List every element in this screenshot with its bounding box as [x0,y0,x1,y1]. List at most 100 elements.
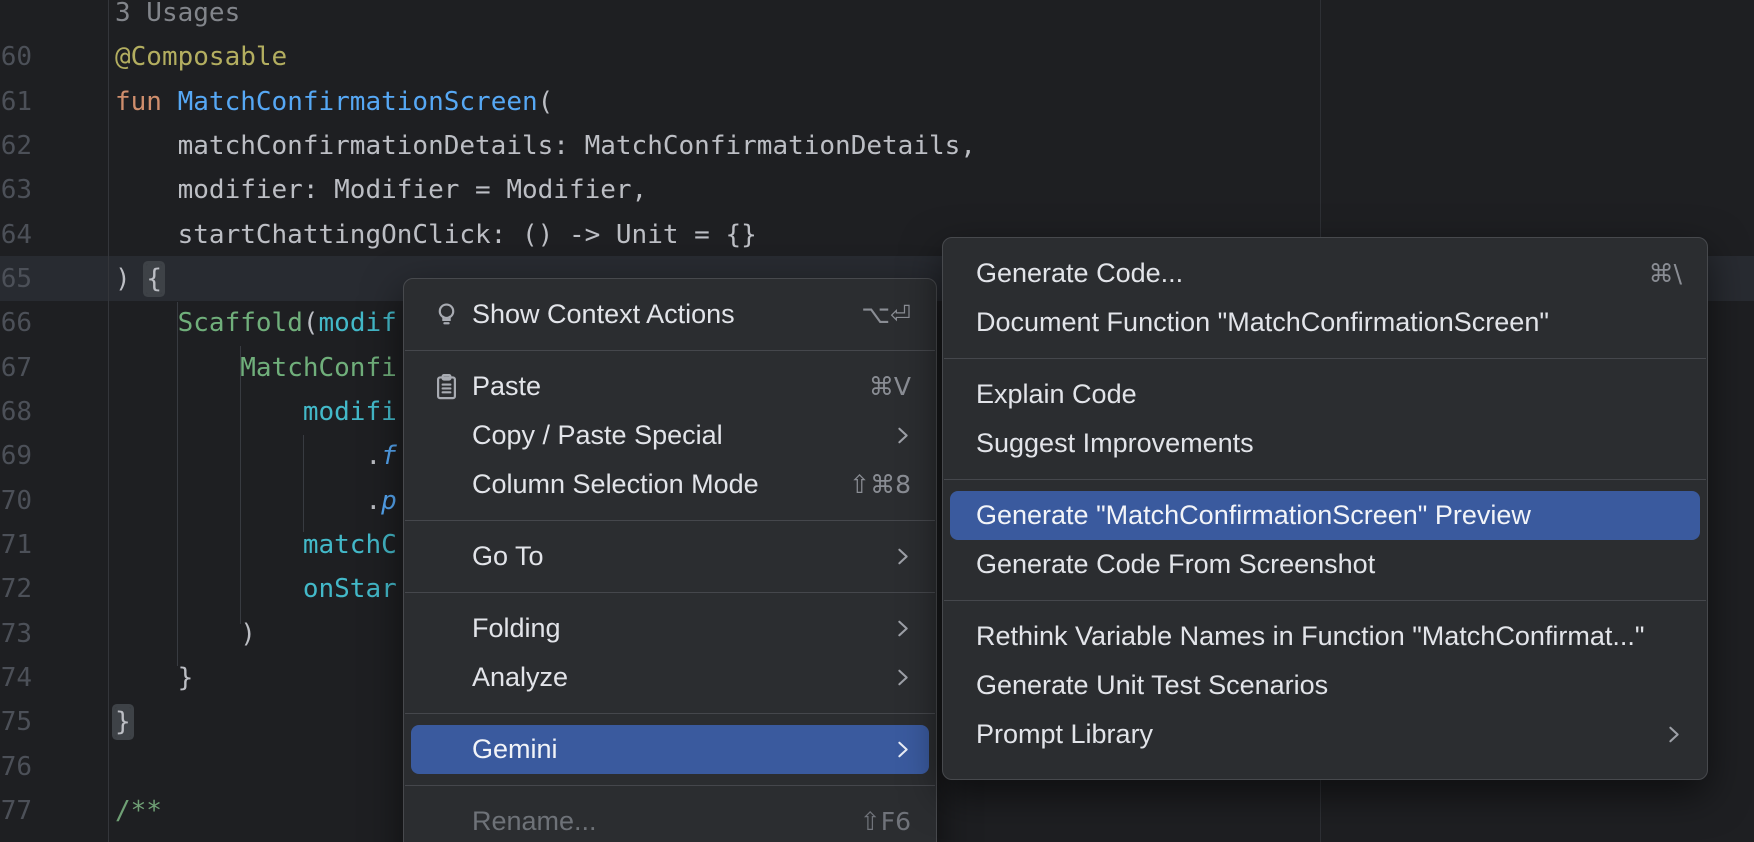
menu-item-label: Copy / Paste Special [472,420,723,450]
code-text[interactable]: ) [115,612,256,656]
usages-hint: 3 Usages [115,0,240,28]
submenu-arrow-icon [890,665,915,690]
menu-item-copy-paste-special[interactable]: Copy / Paste Special [411,411,929,460]
code-segment: @Composable [115,42,287,72]
code-text[interactable]: matchConfirmationDetails: MatchConfirmat… [115,124,976,168]
code-segment [115,397,303,427]
code-segment: ) [115,264,146,294]
menu-item-prompt-library[interactable]: Prompt Library [950,710,1700,759]
code-segment [115,574,303,604]
code-text[interactable]: onStar [115,567,397,611]
code-text[interactable]: .p [115,479,397,523]
line-number[interactable]: 71 [0,523,32,567]
line-number[interactable]: 65 [0,257,32,301]
menu-item-rename[interactable]: Rename... ⇧F6 [411,797,929,842]
menu-item-label: Paste [472,371,541,401]
line-number[interactable]: 62 [0,124,32,168]
menu-item-column-selection-mode[interactable]: Column Selection Mode⇧⌘8 [411,460,929,509]
code-segment: . [115,486,381,516]
line-number[interactable]: 69 [0,434,32,478]
code-line[interactable]: 60 @Composable [0,35,1754,80]
line-number[interactable]: 68 [0,390,32,434]
menu-item-paste[interactable]: Paste⌘V [411,362,929,411]
code-text[interactable]: matchC [115,523,397,567]
code-line[interactable]: 62 matchConfirmationDetails: MatchConfir… [0,124,1754,169]
code-segment: ( [538,87,554,117]
code-text[interactable]: modifi [115,390,397,434]
menu-item-label: Generate Code... [976,258,1183,288]
code-text[interactable]: startChattingOnClick: () -> Unit = {} [115,213,757,257]
menu-item-go-to[interactable]: Go To [411,532,929,581]
code-segment: { [146,264,162,294]
code-text[interactable]: } [115,656,193,700]
line-number[interactable]: 76 [0,745,32,789]
code-text[interactable]: @Composable [115,35,287,79]
menu-item-label: Explain Code [976,379,1137,409]
line-number[interactable]: 75 [0,700,32,744]
submenu-arrow-icon [1661,722,1686,747]
menu-item-label: Column Selection Mode [472,469,759,499]
line-number[interactable]: 60 [0,35,32,79]
menu-item-label: Analyze [472,662,568,692]
menu-item-generate-code-from-screenshot[interactable]: Generate Code From Screenshot [950,540,1700,589]
code-text[interactable]: * Displays the man screen, including the… [115,833,397,842]
line-number[interactable]: 78 [0,833,32,842]
menu-item-gemini[interactable]: Gemini [411,725,929,774]
menu-item-generate-matchconfirmationscreen-preview[interactable]: Generate "MatchConfirmationScreen" Previ… [950,491,1700,540]
code-segment [115,308,178,338]
shortcut-label: ⇧F6 [860,797,911,842]
shortcut-label: ⌥⏎ [861,290,911,339]
menu-separator [405,713,935,714]
line-number[interactable]: 66 [0,301,32,345]
menu-item-label: Go To [472,541,544,571]
menu-separator [944,358,1706,359]
line-number[interactable]: 63 [0,168,32,212]
code-text[interactable]: .f [115,434,397,478]
context-menu: Show Context Actions ⌥⏎ Paste⌘V Copy / Past… [403,278,937,842]
menu-separator [944,479,1706,480]
line-number[interactable]: 61 [0,80,32,124]
code-text[interactable]: 3 Usages [115,0,240,35]
code-segment: matchConfirmationDetails: MatchConfirmat… [115,131,976,161]
menu-item-label: Rename... [472,806,597,836]
lightbulb-icon [431,299,462,330]
line-number[interactable]: 72 [0,567,32,611]
line-number[interactable]: 64 [0,213,32,257]
line-number[interactable]: 74 [0,656,32,700]
menu-separator [405,350,935,351]
menu-item-rethink-variable-names-in-function-matchconfirmat[interactable]: Rethink Variable Names in Function "Matc… [950,612,1700,661]
menu-item-label: Folding [472,613,561,643]
code-segment [115,530,303,560]
menu-item-explain-code[interactable]: Explain Code [950,370,1700,419]
submenu-arrow-icon [890,544,915,569]
menu-item-label: Show Context Actions [472,299,735,329]
code-text[interactable]: modifier: Modifier = Modifier, [115,168,647,212]
code-text[interactable]: MatchConfi [115,346,397,390]
menu-item-analyze[interactable]: Analyze [411,653,929,702]
code-line[interactable]: 63 modifier: Modifier = Modifier, [0,168,1754,213]
code-text[interactable]: /** [115,789,162,833]
menu-separator [405,520,935,521]
code-text[interactable]: fun MatchConfirmationScreen( [115,80,553,124]
code-line[interactable]: 3 Usages [0,0,1754,36]
line-number[interactable]: 73 [0,612,32,656]
menu-item-label: Rethink Variable Names in Function "Matc… [976,621,1644,651]
clipboard-icon [431,371,462,402]
menu-item-suggest-improvements[interactable]: Suggest Improvements [950,419,1700,468]
line-number[interactable]: 67 [0,346,32,390]
code-segment: /** [115,796,162,826]
submenu-arrow-icon [890,423,915,448]
line-number[interactable]: 70 [0,479,32,523]
menu-item-show-context-actions[interactable]: Show Context Actions ⌥⏎ [411,290,929,339]
code-text[interactable]: Scaffold(modif [115,301,397,345]
menu-item-folding[interactable]: Folding [411,604,929,653]
code-text[interactable]: ) { [115,257,162,301]
line-number[interactable]: 77 [0,789,32,833]
menu-item-generate-code[interactable]: Generate Code...⌘\ [950,249,1700,298]
code-text[interactable]: } [115,700,131,744]
menu-item-document-function-matchconfirmationscreen[interactable]: Document Function "MatchConfirmationScre… [950,298,1700,347]
code-line[interactable]: 61 fun MatchConfirmationScreen( [0,80,1754,125]
menu-item-generate-unit-test-scenarios[interactable]: Generate Unit Test Scenarios [950,661,1700,710]
menu-separator [405,592,935,593]
code-segment: p [381,486,397,516]
